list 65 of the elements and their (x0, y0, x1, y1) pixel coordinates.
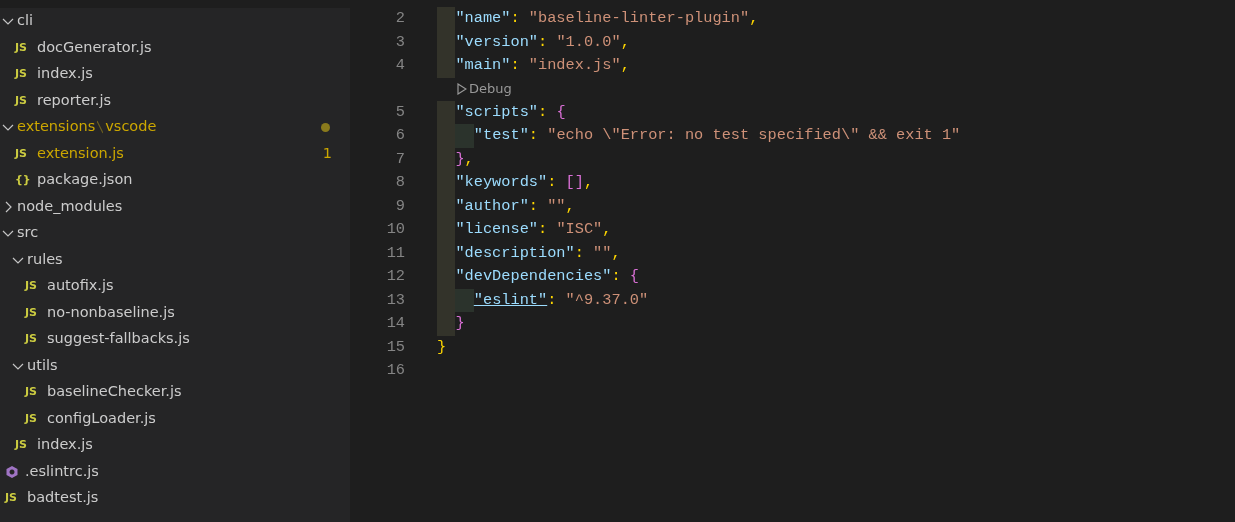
javascript-file-icon: JS (25, 331, 43, 348)
code-line: "scripts": { (455, 101, 566, 123)
line-number: 16 (385, 360, 405, 382)
folder-label[interactable]: rules (27, 248, 63, 271)
file-label[interactable]: index.js (37, 63, 93, 86)
javascript-file-icon: JS (25, 410, 43, 427)
json-file-icon: {} (15, 172, 33, 189)
code-line: } (455, 313, 465, 335)
path-separator-icon (97, 118, 104, 135)
line-number: 6 (394, 125, 405, 147)
javascript-file-icon: JS (15, 39, 33, 56)
line-number: 12 (385, 266, 405, 288)
code-line: } (437, 336, 447, 358)
debug-link[interactable]: Debug (457, 79, 512, 99)
line-number: 3 (394, 31, 405, 53)
javascript-file-icon: JS (15, 92, 33, 109)
line-number: 10 (385, 219, 405, 241)
code-line: "author": "", (455, 195, 575, 217)
run-icon[interactable] (457, 83, 467, 95)
code-line: "eslint": "^9.37.0" (473, 289, 649, 311)
code-line: "name": "baseline-linter-plugin", (455, 8, 759, 30)
folder-label[interactable]: src (17, 222, 39, 245)
file-label[interactable]: extension.js (37, 142, 124, 165)
file-label[interactable]: .eslintrc.js (25, 460, 99, 483)
code-line: "main": "index.js", (455, 55, 630, 77)
code-line: "license": "ISC", (455, 219, 612, 241)
hexagon-icon (5, 464, 19, 479)
line-number: 2 (394, 8, 405, 30)
javascript-file-icon: JS (15, 437, 33, 454)
line-number: 9 (394, 195, 405, 217)
javascript-file-icon: JS (15, 66, 33, 83)
javascript-file-icon: JS (25, 384, 43, 401)
file-label[interactable]: docGenerator.js (37, 36, 152, 59)
code-line: "version": "1.0.0", (455, 31, 630, 53)
code-line: "test": "echo \"Error: no test specified\" && exit 1" (473, 125, 961, 147)
javascript-file-icon: JS (15, 145, 33, 162)
code-line: "devDependencies": { (455, 266, 639, 288)
file-label[interactable]: index.js (37, 434, 93, 457)
line-number: 7 (394, 148, 405, 170)
javascript-file-icon: JS (25, 304, 43, 321)
line-number: 4 (394, 55, 405, 77)
line-number: 14 (385, 313, 405, 335)
folder-label[interactable]: cli (17, 10, 34, 33)
folder-label[interactable]: extensions vscode (17, 116, 157, 139)
folder-label[interactable]: node_modules (17, 195, 123, 218)
code-line: "description": "", (455, 242, 621, 264)
file-label[interactable]: autofix.js (47, 275, 114, 298)
javascript-file-icon: JS (5, 490, 23, 507)
line-number: 15 (385, 336, 405, 358)
file-label[interactable]: configLoader.js (47, 407, 156, 430)
file-label[interactable]: baselineChecker.js (47, 381, 182, 404)
file-label[interactable]: package.json (37, 169, 133, 192)
line-number: 11 (385, 242, 405, 264)
line-number: 8 (394, 172, 405, 194)
line-number: 5 (394, 101, 405, 123)
javascript-file-icon: JS (25, 278, 43, 295)
problem-count: 1 (322, 143, 332, 163)
file-label[interactable]: badtest.js (27, 487, 99, 510)
file-label[interactable]: no-nonbaseline.js (47, 301, 175, 324)
code-line: "keywords": [], (455, 172, 594, 194)
code-line: }, (455, 148, 474, 170)
file-label[interactable]: suggest-fallbacks.js (47, 328, 190, 351)
folder-label[interactable]: utils (27, 354, 58, 377)
file-label[interactable]: reporter.js (37, 89, 112, 112)
line-number: 13 (385, 289, 405, 311)
